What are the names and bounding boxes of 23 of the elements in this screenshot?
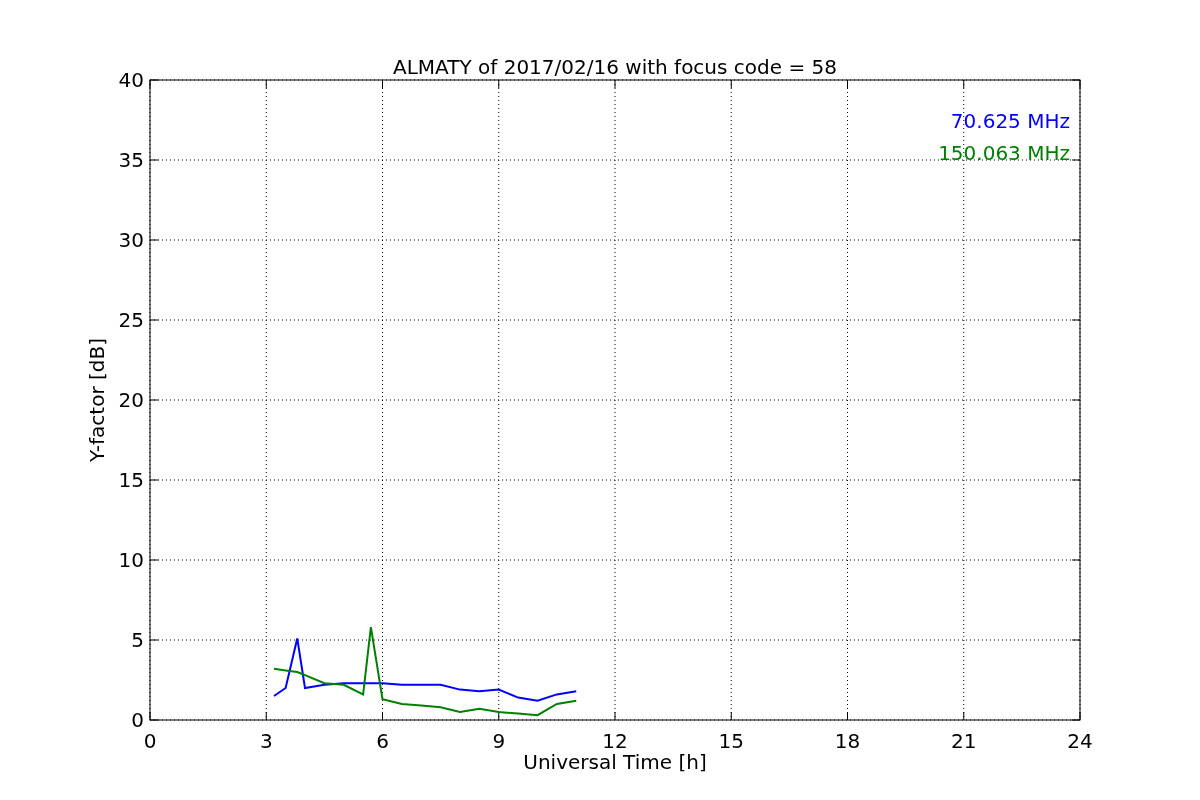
y-tick-label: 40 — [118, 68, 144, 92]
y-tick-label: 15 — [118, 468, 144, 492]
x-tick-label: 9 — [492, 729, 506, 753]
y-tick-label: 30 — [118, 228, 144, 252]
x-tick-label: 18 — [834, 729, 861, 753]
x-tick-label: 6 — [376, 729, 389, 753]
y-tick-label: 20 — [118, 388, 144, 412]
y-tick-label: 35 — [118, 148, 144, 172]
y-tick-label: 25 — [118, 308, 144, 332]
x-tick-label: 3 — [259, 729, 273, 753]
x-tick-label: 12 — [602, 729, 628, 753]
legend-label: 70.625 MHz — [950, 109, 1070, 133]
x-axis-label: Universal Time [h] — [523, 750, 707, 774]
legend-label: 150.063 MHz — [938, 141, 1070, 165]
x-tick-label: 21 — [951, 729, 977, 753]
y-axis-label: Y-factor [dB] — [85, 338, 109, 462]
y-tick-label: 10 — [118, 548, 144, 572]
y-tick-label: 5 — [131, 628, 144, 652]
x-tick-label: 24 — [1067, 729, 1093, 753]
x-tick-label: 15 — [718, 729, 744, 753]
x-tick-label: 0 — [143, 729, 157, 753]
y-tick-label: 0 — [131, 708, 144, 732]
chart-title: ALMATY of 2017/02/16 with focus code = 58 — [393, 55, 837, 79]
